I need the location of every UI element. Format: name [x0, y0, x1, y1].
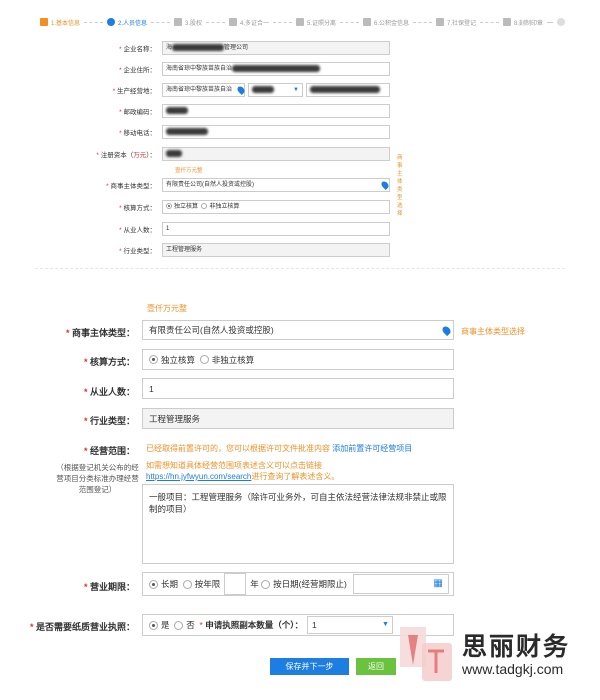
radio-non-independent[interactable] [199, 355, 209, 364]
copies-select[interactable]: 1 ▼ [306, 616, 393, 634]
accounting-label: 核算方式： [89, 357, 135, 367]
stamp-icon [503, 18, 511, 26]
step-social-security[interactable]: 7.社保登记 [436, 18, 476, 27]
radio-term-date[interactable] [261, 579, 271, 589]
redacted-mark [252, 85, 274, 93]
entity-type-field[interactable]: 有限责任公司(自然人投资或控股) [142, 320, 454, 340]
mobile-field[interactable] [162, 125, 390, 139]
close-icon[interactable] [557, 18, 566, 26]
step-housing-fund[interactable]: 6.公积金信息 [363, 18, 409, 27]
employees-label: 从业人数： [123, 227, 157, 234]
scope-label: 经营范围： [89, 446, 135, 456]
industry-field: 工程管理服务 [142, 408, 454, 429]
scope-search-link[interactable]: https://hn.jyfwyun.com/search [146, 472, 251, 481]
industry-label: 行业类型： [89, 416, 135, 426]
scope-help-text: 如需想知道具体经营范围项表述含义可以点击链接 https://hn.jyfwyun… [146, 461, 340, 481]
term-years-input[interactable] [224, 573, 247, 595]
redacted-mark [232, 64, 321, 72]
flag-icon [229, 18, 237, 26]
step-equity[interactable]: 3.股权 [174, 18, 202, 27]
radio-paper-yes[interactable] [149, 620, 158, 630]
entity-type-link[interactable]: 商事主体类型选择 [397, 153, 403, 217]
entity-type-field[interactable]: 有限责任公司(自然人投资或控股) [162, 178, 390, 192]
back-button[interactable]: 返回 [356, 658, 396, 675]
chevron-down-icon: ▼ [293, 87, 299, 93]
step-multi-cert[interactable]: 4.多证合一 [229, 18, 269, 27]
company-name-field[interactable]: 海管理公司 [162, 41, 390, 55]
capital-field[interactable] [162, 147, 390, 161]
step-basic-info[interactable]: 1.基本信息 [40, 18, 80, 27]
watermark-text: 思丽财务 [462, 633, 571, 661]
watermark-url: www.tadgkj.com [462, 661, 564, 677]
term-label: 营业期限： [89, 582, 135, 592]
redacted-mark [310, 85, 380, 93]
capital-hint: 壹仟万元整 [175, 168, 203, 174]
postcode-label: 邮政编码： [123, 109, 157, 116]
redacted-mark [172, 43, 225, 51]
accounting-radio-group: 独立核算 非独立核算 [142, 349, 454, 370]
section-divider [35, 268, 565, 269]
progress-steps: 1.基本信息 2.人员信息 3.股权 4.多证合一 5.证照分离 6.公积金信息… [40, 12, 566, 32]
scope-permit-hint: 已经取得前置许可的，您可以根据许可文件批准内容 添加前置许可经营项目 [146, 444, 413, 453]
radio-term-long[interactable] [149, 579, 158, 589]
business-place-label: 生产经营地： [117, 88, 156, 95]
user-icon [107, 18, 115, 26]
bar-chart-icon [40, 18, 48, 26]
industry-label: 行业类型： [123, 248, 157, 255]
radio-term-years[interactable] [182, 579, 192, 589]
step-seal[interactable]: 8.刻制印章 [503, 18, 543, 27]
copies-label: 申请执照副本数量（个）： [205, 620, 303, 630]
employees-field[interactable]: 1 [142, 378, 454, 399]
accounting-radio-group: 独立核算 非独立核算 [162, 200, 390, 214]
industry-field: 工程管理服务 [162, 243, 390, 257]
redacted-mark [166, 149, 182, 157]
entity-type-label: 商事主体类型： [71, 328, 135, 338]
calendar-icon[interactable]: ▦ [433, 578, 442, 589]
entity-type-link[interactable]: 商事主体类型选择 [461, 326, 525, 337]
scope-textarea[interactable]: 一般项目：工程管理服务（除许可业务外，可自主依法经营法律法规非禁止或限制的项目） [142, 484, 454, 564]
radio-independent[interactable] [149, 355, 158, 364]
postcode-field[interactable] [162, 104, 390, 118]
redacted-mark [166, 127, 208, 135]
entity-type-label: 商事主体类型： [110, 183, 157, 190]
capital-hint: 壹仟万元整 [147, 304, 187, 313]
redacted-mark [166, 106, 188, 114]
accounting-label: 核算方式： [123, 205, 157, 212]
business-place-region-field[interactable]: 海南省琼中黎族苗族自治 [162, 83, 245, 97]
step-license-separation[interactable]: 5.证照分离 [296, 18, 336, 27]
radio-non-independent[interactable] [201, 203, 208, 210]
employees-label: 从业人数： [89, 387, 135, 397]
book-icon [436, 18, 444, 26]
chevron-down-icon: ▼ [382, 621, 389, 628]
address-field[interactable]: 海南省琼中黎族苗族自治 [162, 62, 390, 76]
term-date-input[interactable]: ▦ [352, 574, 449, 594]
company-name-label: 企业名称： [123, 46, 157, 53]
document-icon [174, 18, 182, 26]
business-place-district-select[interactable]: ▼ [248, 83, 303, 97]
save-next-button[interactable]: 保存并下一步 [270, 658, 349, 675]
add-permit-link[interactable]: 添加前置许可经营项目 [332, 444, 412, 453]
radio-paper-no[interactable] [174, 620, 184, 630]
id-card-icon [296, 18, 304, 26]
paper-license-label: 是否需要纸质营业执照： [35, 622, 135, 632]
business-place-detail-field[interactable] [306, 83, 390, 97]
employees-field[interactable]: 1 [162, 222, 390, 236]
address-label: 企业住所： [123, 67, 157, 74]
radio-independent[interactable] [166, 203, 172, 210]
step-personnel-info[interactable]: 2.人员信息 [107, 18, 147, 27]
clipboard-icon [363, 18, 371, 26]
mobile-label: 移动电话： [123, 130, 157, 137]
term-radio-group: 长期 按年限 年 按日期(经营期限止) ▦ [142, 572, 454, 596]
scope-side-note: （根据登记机关公布的经营项目分类标准办理经营范围登记） [56, 463, 139, 494]
watermark-logo: 思丽财务 www.tadgkj.com [400, 625, 600, 695]
